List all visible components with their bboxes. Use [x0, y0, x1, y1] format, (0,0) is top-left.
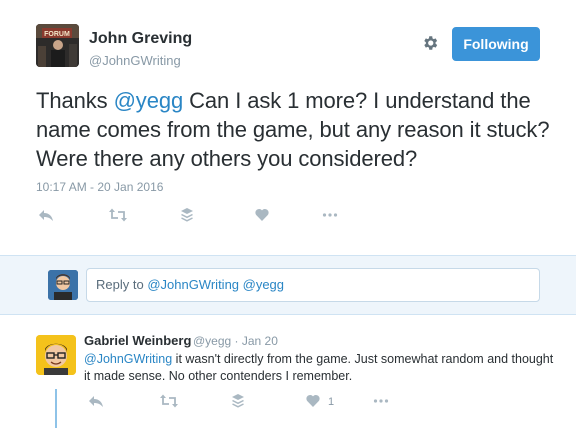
heart-icon[interactable] [255, 208, 269, 226]
following-button[interactable]: Following [452, 27, 540, 61]
main-tweet: FORUM John Greving @JohnGWriting Followi… [0, 0, 576, 255]
avatar-sign-text: FORUM [44, 31, 70, 38]
reply-author-meta[interactable]: @yegg · Jan 20 [193, 334, 278, 348]
more-icon[interactable] [373, 394, 389, 413]
tweet-timestamp[interactable]: 10:17 AM - 20 Jan 2016 [36, 180, 163, 194]
reply-icon[interactable] [88, 394, 104, 413]
tweet-text: Thanks @yegg Can I ask 1 more? I underst… [36, 86, 556, 173]
tweet-mention-link[interactable]: @yegg [114, 88, 184, 113]
reply-input[interactable]: Reply to @JohnGWriting @yegg [86, 268, 540, 302]
reply-icon[interactable] [38, 208, 54, 227]
reply-author-name[interactable]: Gabriel Weinberg [84, 333, 191, 348]
author-handle[interactable]: @JohnGWriting [89, 53, 181, 68]
retweet-icon[interactable] [160, 394, 178, 413]
like-count: 1 [328, 396, 335, 408]
stack-icon[interactable] [181, 208, 193, 227]
author-avatar[interactable]: FORUM [36, 24, 79, 67]
reply-text: @JohnGWriting it wasn't directly from th… [84, 351, 554, 385]
reply-author-avatar[interactable] [36, 335, 76, 375]
reply-input-prefix: Reply to [96, 277, 148, 292]
reply-input-mentions: @JohnGWriting @yegg [147, 277, 285, 292]
thread-line [55, 389, 57, 428]
author-name[interactable]: John Greving [89, 30, 192, 48]
retweet-icon[interactable] [109, 208, 127, 227]
current-user-avatar [48, 270, 78, 300]
gear-icon[interactable] [421, 34, 439, 52]
tweet-text-before: Thanks [36, 88, 114, 113]
more-icon[interactable] [322, 208, 338, 227]
reply-mention-link[interactable]: @JohnGWriting [84, 352, 172, 366]
heart-icon[interactable] [306, 394, 320, 412]
stack-icon[interactable] [232, 394, 244, 413]
